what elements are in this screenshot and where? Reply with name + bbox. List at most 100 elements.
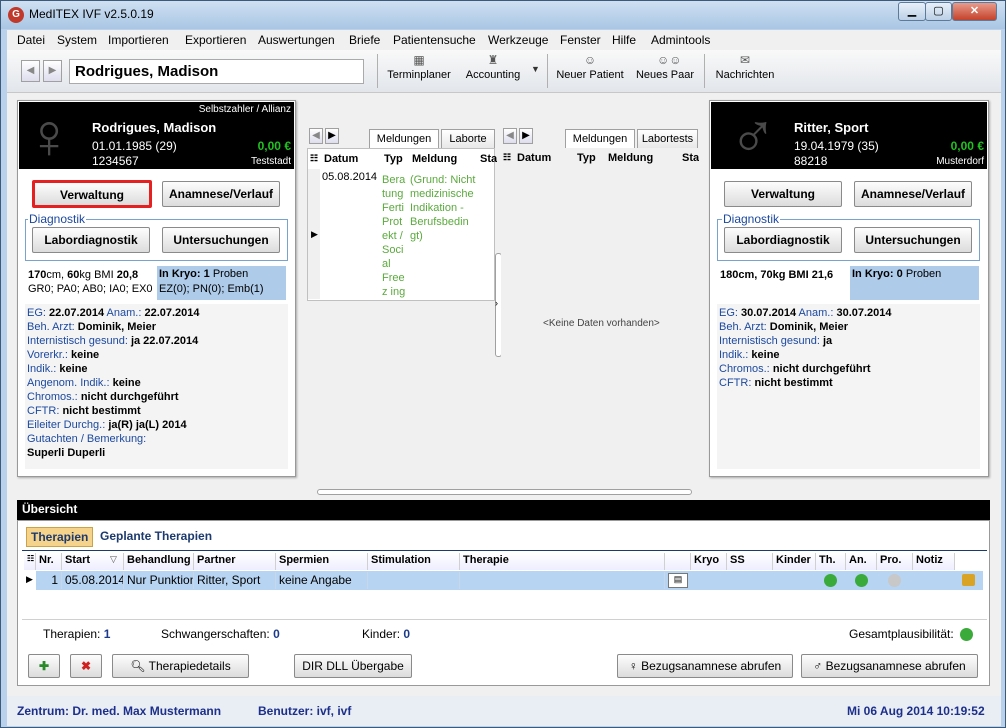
female-dob: 01.01.1985 (92, 139, 153, 153)
title-bar: G MedITEX IVF v2.5.0.19 ▁ ▢ ✕ (1, 1, 1005, 29)
message-text[interactable]: (Grund: Nicht medizinische Indikation - … (410, 173, 476, 243)
tab-therapien[interactable]: Therapien (26, 527, 94, 547)
envelope-icon: ✉ (739, 53, 751, 67)
add-couple-icon: ☺☺ (657, 53, 682, 67)
tab-labortests[interactable]: Laborte (441, 129, 495, 148)
nachrichten-button[interactable]: ✉ Nachrichten (710, 53, 780, 81)
menu-patientensuche[interactable]: Patientensuche (393, 33, 476, 47)
menu-exportieren[interactable]: Exportieren (185, 33, 246, 47)
tab-scroll-left-icon[interactable]: ◀ (309, 128, 323, 144)
accounting-dropdown-icon[interactable]: ▼ (531, 64, 540, 74)
add-therapy-button[interactable]: ✚ (28, 654, 60, 678)
male-age: (35) (857, 139, 879, 153)
grid-menu-icon-2[interactable]: ☷ (503, 152, 511, 163)
document-icon[interactable]: ▤ (668, 573, 688, 588)
male-labordiagnostik-button[interactable]: Labordiagnostik (724, 227, 842, 253)
calendar-icon: ▦ (413, 53, 425, 67)
anamnese-button[interactable]: Anamnese/Verlauf (162, 181, 280, 207)
message-date[interactable]: 05.08.2014 (322, 171, 380, 183)
male-dob: 19.04.1979 (794, 139, 855, 153)
kryo-box: In Kryo: 1 Proben EZ(0); PN(0); Emb(1) (157, 266, 286, 300)
app-window: G MedITEX IVF v2.5.0.19 ▁ ▢ ✕ Datei Syst… (0, 0, 1006, 728)
therapiedetails-button[interactable]: 🔍︎ Therapiedetails (112, 654, 249, 678)
accounting-button[interactable]: ♜ Accounting (461, 53, 525, 81)
add-person-icon: ☺ (583, 53, 597, 67)
money-bag-icon: ♜ (487, 53, 499, 67)
menu-admintools[interactable]: Admintools (651, 33, 710, 47)
forward-arrow-icon[interactable]: ▶ (43, 60, 62, 82)
status-zentrum: Zentrum: Dr. med. Max Mustermann (17, 704, 222, 718)
minimize-button[interactable]: ▁ (898, 2, 926, 21)
neuer-patient-button[interactable]: ☺ Neuer Patient (554, 53, 626, 81)
messages-right-panel: ◀ ▶ Meldungen Labortests ☷ Datum Typ Mel… (501, 126, 699, 466)
male-anamnese-button[interactable]: Anamnese/Verlauf (854, 181, 972, 207)
labordiagnostik-button[interactable]: Labordiagnostik (32, 227, 150, 253)
diagnostik-label: Diagnostik (28, 212, 87, 226)
magnifier-icon: 🔍︎ (130, 659, 149, 673)
tab-labortests-2[interactable]: Labortests (637, 129, 698, 148)
terminplaner-button[interactable]: ▦ Terminplaner (387, 53, 451, 81)
overview-header: Übersicht (17, 500, 990, 520)
window-title: MedITEX IVF v2.5.0.19 (29, 7, 154, 21)
male-balance: 0,00 € (950, 139, 984, 153)
empty-message: <Keine Daten vorhanden> (543, 318, 660, 329)
female-age: (29) (155, 139, 177, 153)
female-symbol-icon: ♀ (25, 100, 73, 172)
male-details: EG: 30.07.2014 Anam.: 30.07.2014 Beh. Ar… (717, 304, 980, 469)
splitter-arrow-icon: › (495, 298, 498, 308)
delete-therapy-button[interactable]: ✖ (70, 654, 102, 678)
verwaltung-button[interactable]: Verwaltung (32, 180, 152, 208)
patient-search-input[interactable]: Rodrigues, Madison (69, 59, 364, 84)
horizontal-splitter[interactable] (317, 489, 692, 495)
close-button[interactable]: ✕ (952, 2, 997, 21)
messages-left-panel: ◀ ▶ Meldungen Laborte ☷ Datum Typ Meldun… (307, 126, 497, 301)
plausibility-label: Gesamtplausibilität: (849, 627, 954, 641)
th-check-icon (824, 574, 837, 587)
grid-menu-icon-3[interactable]: ☷ (24, 553, 36, 570)
male-name: Ritter, Sport (794, 120, 869, 135)
menu-hilfe[interactable]: Hilfe (612, 33, 636, 47)
male-icon: ♂ (813, 659, 826, 673)
plausibility-check-icon (960, 628, 973, 641)
female-icon: ♀ (628, 659, 642, 673)
female-city: Teststadt (250, 156, 291, 167)
status-bar: Zentrum: Dr. med. Max Mustermann Benutze… (7, 696, 1001, 726)
male-body-info: 180cm, 70kg BMI 21,6 (720, 269, 834, 281)
bezugsanamnese-female-button[interactable]: ♀ Bezugsanamnese abrufen (617, 654, 793, 678)
menu-system[interactable]: System (57, 33, 97, 47)
gravida-info: GR0; PA0; AB0; IA0; EX0 (28, 283, 153, 295)
tab-scroll-right-icon[interactable]: ▶ (325, 128, 339, 144)
lock-icon[interactable] (962, 574, 975, 586)
neues-paar-button[interactable]: ☺☺ Neues Paar (633, 53, 697, 81)
maximize-button[interactable]: ▢ (925, 2, 952, 21)
back-arrow-icon[interactable]: ◀ (21, 60, 40, 82)
sort-icon[interactable]: ▽ (110, 554, 117, 565)
menu-datei[interactable]: Datei (17, 33, 45, 47)
pro-status-icon (888, 574, 901, 587)
menu-briefe[interactable]: Briefe (349, 33, 380, 47)
tab-scroll-right-icon-2[interactable]: ▶ (519, 128, 533, 144)
male-patient-card: ♂ Ritter, Sport 19.04.1979 (35) 88218 0,… (709, 100, 989, 477)
menu-fenster[interactable]: Fenster (560, 33, 601, 47)
male-header: ♂ Ritter, Sport 19.04.1979 (35) 88218 0,… (711, 102, 987, 169)
tab-meldungen-2[interactable]: Meldungen (565, 129, 635, 148)
menu-werkzeuge[interactable]: Werkzeuge (488, 33, 548, 47)
tab-geplante-therapien[interactable]: Geplante Therapien (96, 527, 216, 547)
male-untersuchungen-button[interactable]: Untersuchungen (854, 227, 972, 253)
dir-dll-button[interactable]: DIR DLL Übergabe (294, 654, 412, 678)
male-verwaltung-button[interactable]: Verwaltung (724, 181, 842, 207)
tab-meldungen[interactable]: Meldungen (369, 129, 439, 148)
tab-scroll-left-icon-2[interactable]: ◀ (503, 128, 517, 144)
female-details: EG: 22.07.2014 Anam.: 22.07.2014 Beh. Ar… (25, 304, 288, 469)
male-kryo-box: In Kryo: 0 Proben (850, 266, 979, 300)
bezugsanamnese-male-button[interactable]: ♂ Bezugsanamnese abrufen (801, 654, 978, 678)
menu-importieren[interactable]: Importieren (108, 33, 169, 47)
insurance-label: Selbstzahler / Allianz (198, 104, 291, 115)
untersuchungen-button[interactable]: Untersuchungen (162, 227, 280, 253)
menu-auswertungen[interactable]: Auswertungen (258, 33, 335, 47)
grid-menu-icon[interactable]: ☷ (310, 153, 318, 164)
female-name: Rodrigues, Madison (92, 120, 217, 135)
status-benutzer: Benutzer: ivf, ivf (258, 704, 352, 718)
message-type[interactable]: Bera tung Ferti Prot ekt / Soci al Freez… (382, 173, 408, 299)
an-check-icon (855, 574, 868, 587)
